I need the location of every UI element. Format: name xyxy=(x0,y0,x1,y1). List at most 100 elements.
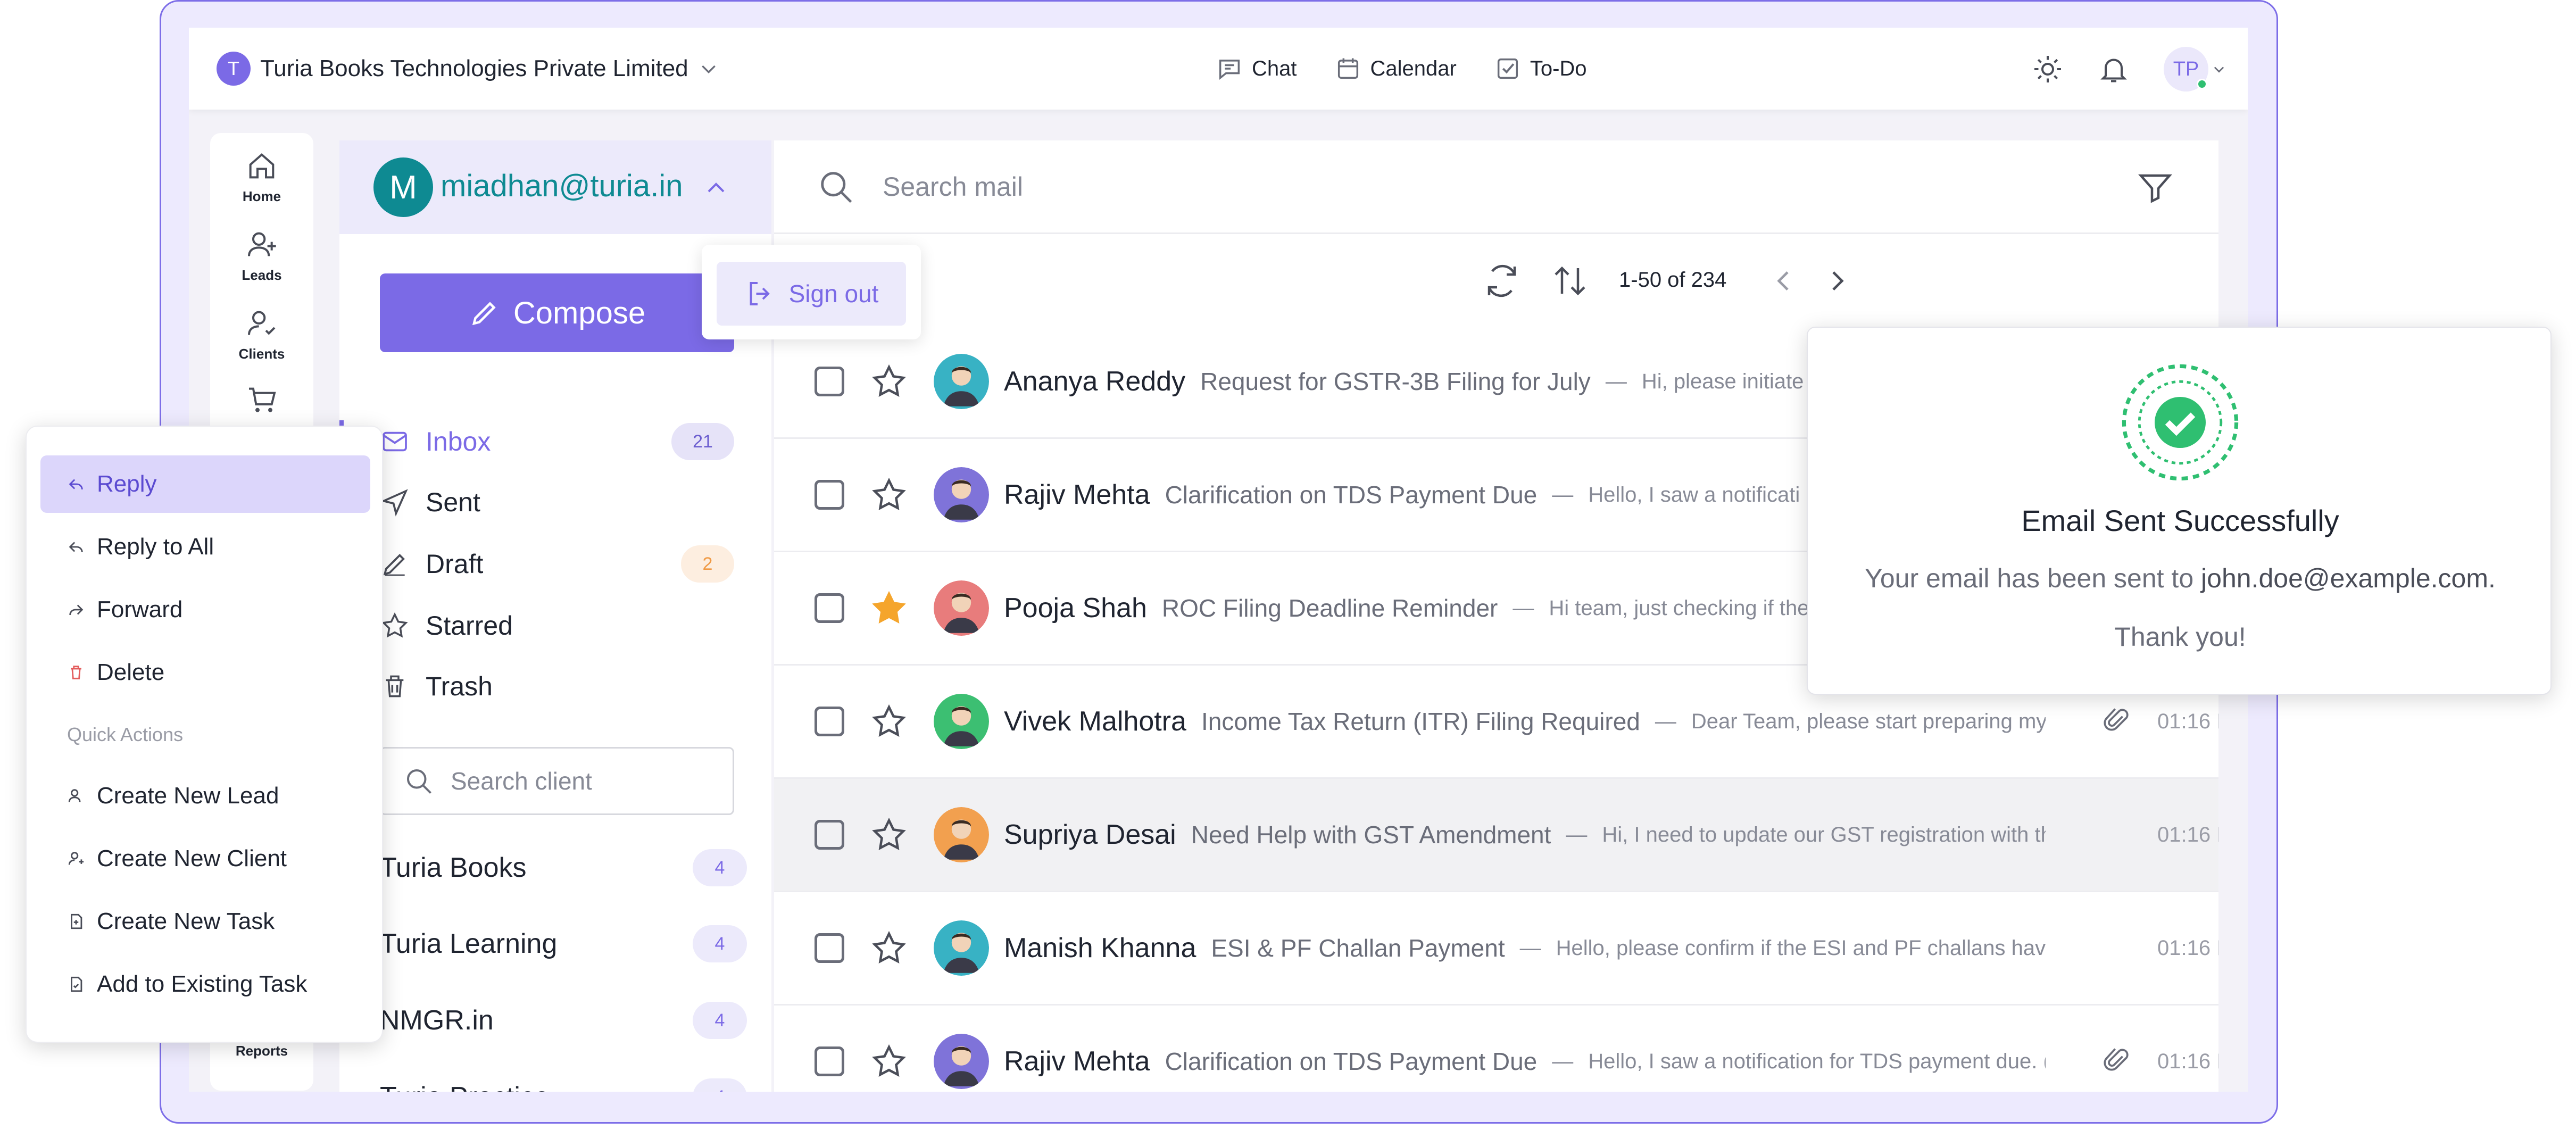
row-checkbox[interactable] xyxy=(815,367,844,396)
folder-trash[interactable]: Trash xyxy=(380,665,734,708)
folder-starred[interactable]: Starred xyxy=(380,604,734,647)
menu-label: Reply to All xyxy=(97,534,214,560)
menu-item-create-task[interactable]: Create New Task xyxy=(40,893,370,950)
client-label: NMGR.in xyxy=(380,1005,494,1036)
rail-item-leads[interactable]: Leads xyxy=(210,228,313,284)
sender-name: Supriya Desai xyxy=(1004,819,1176,850)
email-dash: — xyxy=(1655,709,1676,733)
prev-page-icon[interactable] xyxy=(1769,266,1799,296)
email-time: 01:16 PM xyxy=(2157,936,2218,960)
search-client-input[interactable]: Search client xyxy=(380,747,734,815)
account-switcher[interactable]: M miadhan@turia.in xyxy=(339,140,771,234)
account-email: miadhan@turia.in xyxy=(441,169,683,203)
rail-item-home[interactable]: Home xyxy=(210,149,313,205)
menu-item-reply-all[interactable]: Reply to All xyxy=(40,518,370,576)
menu-label: Delete xyxy=(97,659,165,685)
filter-icon[interactable] xyxy=(2136,168,2174,206)
theme-sun-icon[interactable] xyxy=(2032,53,2064,85)
top-nav: Chat Calendar To-Do xyxy=(1216,51,1587,86)
user-menu[interactable]: TP xyxy=(2164,47,2226,92)
menu-item-delete[interactable]: Delete xyxy=(40,644,370,701)
email-row[interactable]: Supriya Desai Need Help with GST Amendmen… xyxy=(774,779,2218,892)
chevron-down-icon xyxy=(701,65,716,74)
client-item[interactable]: Turia Practice 4 xyxy=(380,1076,747,1092)
inbox-icon xyxy=(383,431,407,452)
menu-label: Create New Client xyxy=(97,845,287,871)
menu-label: Create New Lead xyxy=(97,783,279,809)
org-switcher[interactable]: T Turia Books Technologies Private Limit… xyxy=(217,51,719,86)
toast-thanks: Thank you! xyxy=(2114,622,2246,652)
row-checkbox[interactable] xyxy=(815,820,844,850)
sender-name: Pooja Shah xyxy=(1004,593,1147,624)
compose-label: Compose xyxy=(513,295,646,330)
email-subject: Clarification on TDS Payment Due xyxy=(1165,481,1538,509)
star-icon[interactable] xyxy=(870,362,908,401)
row-checkbox[interactable] xyxy=(815,1046,844,1076)
nav-chat-label: Chat xyxy=(1252,56,1297,80)
star-icon[interactable] xyxy=(870,1042,908,1081)
new-lead-icon xyxy=(68,789,81,802)
nav-calendar[interactable]: Calendar xyxy=(1334,55,1457,82)
sender-avatar xyxy=(934,467,989,522)
menu-item-create-lead[interactable]: Create New Lead xyxy=(40,767,370,825)
toast-message-prefix: Your email has been sent to xyxy=(1865,563,2194,593)
search-mail-bar[interactable]: Search mail xyxy=(774,140,2218,234)
menu-item-forward[interactable]: Forward xyxy=(40,581,370,638)
star-icon[interactable] xyxy=(870,929,908,967)
search-icon xyxy=(821,171,852,203)
org-badge: T xyxy=(217,52,251,86)
rail-item-cart[interactable] xyxy=(210,383,313,417)
leads-icon xyxy=(248,232,276,256)
compose-button[interactable]: Compose xyxy=(380,273,734,352)
client-item[interactable]: NMGR.in 4 xyxy=(380,999,747,1042)
email-context-menu: Reply Reply to All Forward Delete Quick … xyxy=(26,426,383,1043)
sender-avatar xyxy=(934,580,989,636)
email-row[interactable]: Rajiv Mehta Clarification on TDS Payment … xyxy=(774,1006,2218,1092)
row-checkbox[interactable] xyxy=(815,480,844,510)
sign-out-icon xyxy=(750,282,770,305)
menu-label: Reply xyxy=(97,471,157,497)
sender-name: Vivek Malhotra xyxy=(1004,706,1186,737)
star-icon[interactable] xyxy=(870,589,908,627)
row-text: Manish Khanna ESI & PF Challan Payment — He… xyxy=(1004,932,2100,964)
search-client-placeholder: Search client xyxy=(451,767,592,795)
nav-todo[interactable]: To-Do xyxy=(1494,55,1587,82)
menu-item-reply[interactable]: Reply xyxy=(40,455,370,513)
next-page-icon[interactable] xyxy=(1822,266,1852,296)
star-icon[interactable] xyxy=(870,476,908,514)
email-preview: Dear Team, please start preparing my xyxy=(1691,709,2047,733)
menu-item-add-existing-task[interactable]: Add to Existing Task xyxy=(40,956,370,1013)
email-row[interactable]: Manish Khanna ESI & PF Challan Payment — He… xyxy=(774,892,2218,1006)
row-checkbox[interactable] xyxy=(815,593,844,623)
client-item[interactable]: Turia Books 4 xyxy=(380,846,747,889)
sent-icon xyxy=(380,489,408,517)
row-checkbox[interactable] xyxy=(815,933,844,963)
rail-item-reports[interactable]: Reports xyxy=(210,1043,313,1059)
rail-item-clients[interactable]: Clients xyxy=(210,306,313,362)
calendar-icon xyxy=(1337,58,1358,79)
row-checkbox[interactable] xyxy=(815,707,844,736)
client-count: 4 xyxy=(693,925,747,962)
folder-draft[interactable]: Draft 2 xyxy=(380,543,734,585)
folder-inbox[interactable]: Inbox 21 xyxy=(380,420,734,463)
chat-icon xyxy=(1219,60,1240,80)
pagination-text: 1-50 of 234 xyxy=(1619,268,1727,292)
sender-name: Manish Khanna xyxy=(1004,933,1196,963)
sign-out-button[interactable]: Sign out xyxy=(717,262,906,326)
row-text: Rajiv Mehta Clarification on TDS Payment … xyxy=(1004,1045,2100,1077)
email-subject: ROC Filing Deadline Reminder xyxy=(1161,594,1498,622)
star-icon[interactable] xyxy=(870,702,908,741)
client-item[interactable]: Turia Learning 4 xyxy=(380,923,747,965)
email-subject: Request for GSTR-3B Filing for July xyxy=(1200,368,1591,395)
star-icon[interactable] xyxy=(870,816,908,854)
refresh-icon[interactable] xyxy=(1483,262,1521,300)
sort-icon[interactable] xyxy=(1551,262,1589,300)
folder-label: Inbox xyxy=(426,427,491,456)
sender-name: Ananya Reddy xyxy=(1004,366,1186,397)
bell-icon[interactable] xyxy=(2098,53,2130,85)
pencil-icon xyxy=(472,302,496,326)
folder-sent[interactable]: Sent xyxy=(380,481,734,524)
client-count: 4 xyxy=(693,1002,747,1039)
nav-chat[interactable]: Chat xyxy=(1216,55,1297,82)
menu-item-create-client[interactable]: Create New Client xyxy=(40,830,370,887)
